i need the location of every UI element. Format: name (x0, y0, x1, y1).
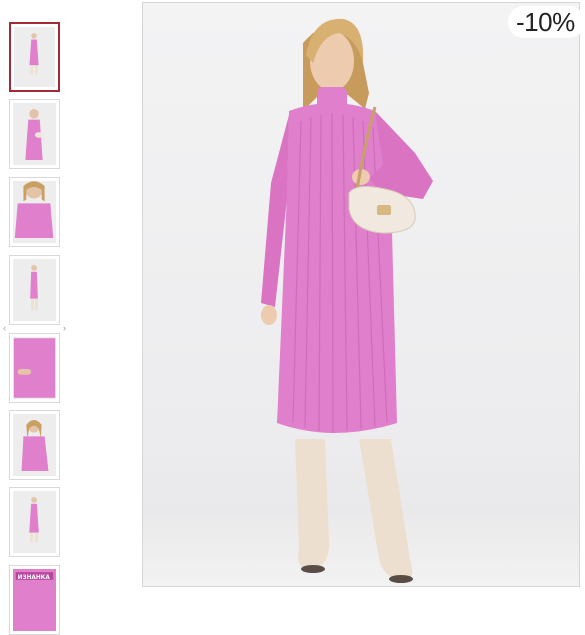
thumbnail-1[interactable] (9, 22, 60, 92)
svg-text:ИЗНАНКА: ИЗНАНКА (18, 575, 51, 581)
thumbnail-8[interactable]: ИЗНАНКА (9, 565, 60, 635)
thumbnail-6-image (21, 420, 49, 471)
discount-badge: -10% (508, 6, 585, 38)
thumbnail-prev-arrow[interactable]: ‹ (3, 323, 6, 333)
thumbnail-5[interactable] (9, 333, 60, 403)
thumbnail-6[interactable] (9, 410, 60, 480)
thumbnail-4[interactable] (9, 255, 60, 325)
thumbnail-1-image (29, 33, 39, 75)
model-photo (261, 18, 433, 583)
thumbnail-2-image (25, 109, 43, 160)
thumbnail-7-image (29, 497, 39, 543)
main-product-image[interactable] (142, 2, 580, 587)
thumbnail-2[interactable] (9, 99, 60, 169)
thumbnail-5-image (13, 338, 56, 398)
thumbnail-next-arrow[interactable]: › (63, 323, 66, 333)
thumbnail-7[interactable] (9, 487, 60, 557)
thumbnail-4-image (30, 265, 38, 311)
thumbnail-strip: ‹ › ИЗНАНКА (0, 0, 75, 635)
thumbnail-3-image (14, 181, 54, 238)
thumbnail-3[interactable] (9, 177, 60, 247)
thumbnail-8-image: ИЗНАНКА (15, 572, 54, 581)
